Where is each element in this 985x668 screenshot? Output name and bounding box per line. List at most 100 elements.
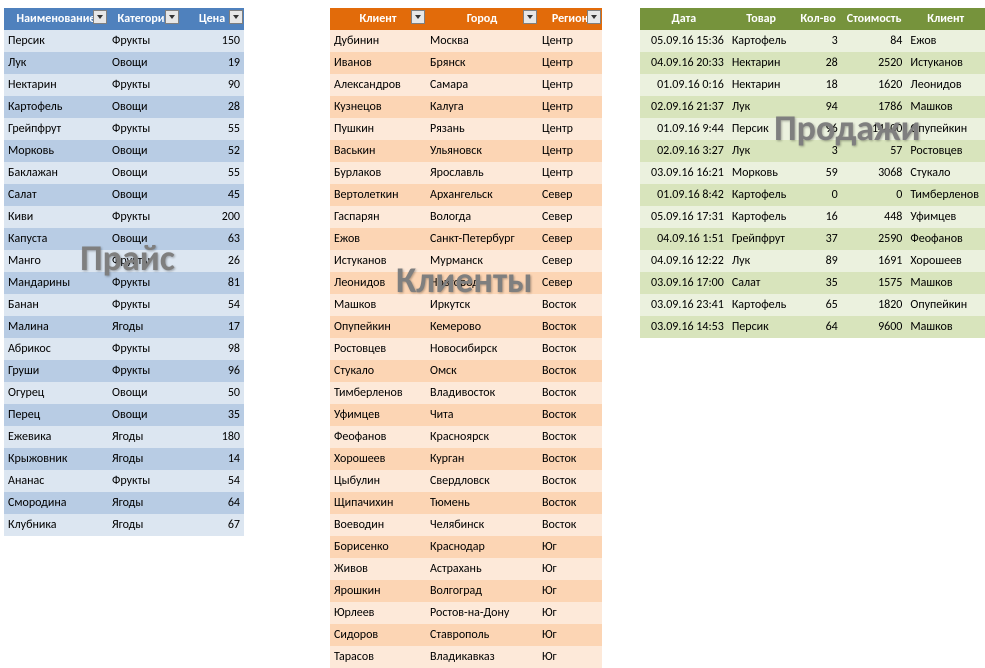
cell[interactable]: Салат: [728, 272, 795, 294]
table-row[interactable]: СидоровСтавропольЮг: [330, 624, 602, 646]
cell[interactable]: Машков: [330, 294, 426, 316]
table-row[interactable]: ЛукОвощи19: [4, 52, 244, 74]
cell[interactable]: Феофанов: [330, 426, 426, 448]
cell[interactable]: Уфимцев: [330, 404, 426, 426]
cell[interactable]: Вертолеткин: [330, 184, 426, 206]
cell[interactable]: Юг: [538, 558, 602, 580]
cell[interactable]: Север: [538, 184, 602, 206]
cell[interactable]: Борисенко: [330, 536, 426, 558]
cell[interactable]: Юрлеев: [330, 602, 426, 624]
cell[interactable]: 05.09.16 17:31: [640, 206, 728, 228]
cell[interactable]: Тарасов: [330, 646, 426, 668]
cell[interactable]: Ежов: [330, 228, 426, 250]
cell[interactable]: Машков: [906, 316, 985, 338]
table-row[interactable]: 01.09.16 0:16Нектарин181620Леонидов: [640, 74, 985, 96]
table-row[interactable]: ПерецОвощи35: [4, 404, 244, 426]
table-row[interactable]: ЮрлеевРостов-на-ДонуЮг: [330, 602, 602, 624]
table-row[interactable]: 03.09.16 14:53Персик649600Машков: [640, 316, 985, 338]
col-city[interactable]: Город: [426, 8, 538, 30]
cell[interactable]: Овощи: [108, 382, 180, 404]
table-row[interactable]: 02.09.16 21:37Лук941786Машков: [640, 96, 985, 118]
table-row[interactable]: ОпупейкинКемеровоВосток: [330, 316, 602, 338]
cell[interactable]: Ежов: [906, 30, 985, 52]
cell[interactable]: Салат: [4, 184, 108, 206]
cell[interactable]: 03.09.16 17:00: [640, 272, 728, 294]
cell[interactable]: Фрукты: [108, 338, 180, 360]
cell[interactable]: Абрикос: [4, 338, 108, 360]
table-row[interactable]: 03.09.16 17:00Салат351575Машков: [640, 272, 985, 294]
cell[interactable]: Челябинск: [426, 514, 538, 536]
cell[interactable]: 0: [794, 184, 841, 206]
cell[interactable]: Юг: [538, 602, 602, 624]
cell[interactable]: Овощи: [108, 404, 180, 426]
col-region[interactable]: Регион: [538, 8, 602, 30]
cell[interactable]: 63: [180, 228, 244, 250]
cell[interactable]: Фрукты: [108, 470, 180, 492]
cell[interactable]: 14: [180, 448, 244, 470]
cell[interactable]: 3068: [842, 162, 907, 184]
cell[interactable]: Стукало: [330, 360, 426, 382]
table-row[interactable]: ЛеонидовНовгородСевер: [330, 272, 602, 294]
cell[interactable]: Север: [538, 272, 602, 294]
cell[interactable]: Юг: [538, 536, 602, 558]
cell[interactable]: Феофанов: [906, 228, 985, 250]
cell[interactable]: Бурлаков: [330, 162, 426, 184]
table-row[interactable]: БананФрукты54: [4, 294, 244, 316]
cell[interactable]: 67: [180, 514, 244, 536]
table-row[interactable]: КивиФрукты200: [4, 206, 244, 228]
table-row[interactable]: 02.09.16 3:27Лук357Ростовцев: [640, 140, 985, 162]
cell[interactable]: Фрукты: [108, 74, 180, 96]
cell[interactable]: Краснодар: [426, 536, 538, 558]
cell[interactable]: 55: [180, 118, 244, 140]
cell[interactable]: Лук: [4, 52, 108, 74]
cell[interactable]: Ежевика: [4, 426, 108, 448]
table-row[interactable]: РостовцевНовосибирскВосток: [330, 338, 602, 360]
table-row[interactable]: ХорошеевКурганВосток: [330, 448, 602, 470]
table-row[interactable]: КапустаОвощи63: [4, 228, 244, 250]
table-row[interactable]: КрыжовникЯгоды14: [4, 448, 244, 470]
cell[interactable]: Новгород: [426, 272, 538, 294]
cell[interactable]: Восток: [538, 514, 602, 536]
cell[interactable]: Фрукты: [108, 30, 180, 52]
cell[interactable]: Восток: [538, 294, 602, 316]
cell[interactable]: Ягоды: [108, 448, 180, 470]
table-row[interactable]: 03.09.16 16:21Морковь593068Стукало: [640, 162, 985, 184]
cell[interactable]: 200: [180, 206, 244, 228]
cell[interactable]: 03.09.16 23:41: [640, 294, 728, 316]
cell[interactable]: Машков: [906, 96, 985, 118]
col-price[interactable]: Цена: [180, 8, 244, 30]
table-row[interactable]: ЯрошкинВолгоградЮг: [330, 580, 602, 602]
cell[interactable]: Нектарин: [4, 74, 108, 96]
cell[interactable]: Огурец: [4, 382, 108, 404]
cell[interactable]: Волгоград: [426, 580, 538, 602]
cell[interactable]: 1820: [842, 294, 907, 316]
cell[interactable]: Ягоды: [108, 514, 180, 536]
table-row[interactable]: ВаськинУльяновскЦентр: [330, 140, 602, 162]
cell[interactable]: 28: [180, 96, 244, 118]
cell[interactable]: Брянск: [426, 52, 538, 74]
cell[interactable]: Клубника: [4, 514, 108, 536]
table-row[interactable]: 05.09.16 17:31Картофель16448Уфимцев: [640, 206, 985, 228]
table-row[interactable]: ЕжовСанкт-ПетербургСевер: [330, 228, 602, 250]
table-row[interactable]: ВертолеткинАрхангельскСевер: [330, 184, 602, 206]
cell[interactable]: 0: [842, 184, 907, 206]
table-row[interactable]: ОгурецОвощи50: [4, 382, 244, 404]
cell[interactable]: Живов: [330, 558, 426, 580]
cell[interactable]: 98: [180, 338, 244, 360]
cell[interactable]: 14400: [842, 118, 907, 140]
cell[interactable]: 1691: [842, 250, 907, 272]
table-row[interactable]: МорковьОвощи52: [4, 140, 244, 162]
cell[interactable]: 04.09.16 1:51: [640, 228, 728, 250]
cell[interactable]: Восток: [538, 470, 602, 492]
col-client[interactable]: Клиент: [906, 8, 985, 30]
cell[interactable]: Фрукты: [108, 250, 180, 272]
cell[interactable]: Смородина: [4, 492, 108, 514]
cell[interactable]: Центр: [538, 74, 602, 96]
cell[interactable]: 18: [794, 74, 841, 96]
cell[interactable]: Уфимцев: [906, 206, 985, 228]
cell[interactable]: Васькин: [330, 140, 426, 162]
cell[interactable]: 3: [794, 30, 841, 52]
cell[interactable]: Центр: [538, 162, 602, 184]
cell[interactable]: 1620: [842, 74, 907, 96]
cell[interactable]: Самара: [426, 74, 538, 96]
